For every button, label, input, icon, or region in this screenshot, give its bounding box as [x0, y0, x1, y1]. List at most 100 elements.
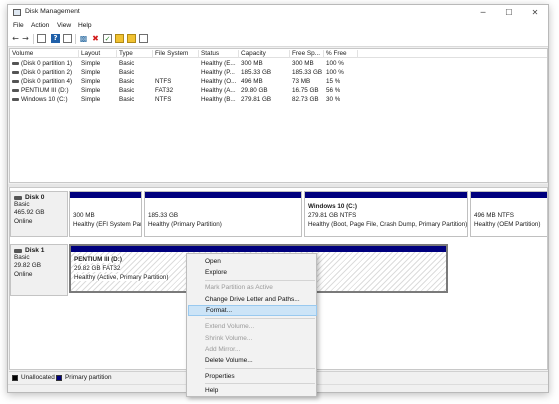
column-header-file-system[interactable]: File System	[153, 50, 199, 58]
menu-item-change-drive-letter[interactable]: Change Drive Letter and Paths...	[188, 294, 317, 305]
column-header-percent-free[interactable]: % Free	[324, 50, 358, 58]
forward-arrow-icon[interactable]: →	[21, 34, 30, 43]
cell-capacity: 300 MB	[241, 60, 263, 67]
properties-icon[interactable]	[63, 34, 72, 43]
hard-disk-icon	[14, 195, 22, 200]
partition-windows-c[interactable]: Windows 10 (C:) 279.81 GB NTFS Healthy (…	[304, 191, 468, 237]
cell-status: Healthy (E...	[201, 60, 236, 67]
menu-item-help[interactable]: Help	[188, 385, 317, 396]
cell-file-system: NTFS	[155, 78, 172, 85]
cell-file-system: NTFS	[155, 96, 172, 103]
column-header-type[interactable]: Type	[117, 50, 153, 58]
table-row[interactable]: Windows 10 (C:) Simple Basic NTFS Health…	[10, 95, 547, 104]
table-row[interactable]: (Disk 0 partition 2) Simple Basic Health…	[10, 68, 547, 77]
menu-file[interactable]: File	[13, 22, 24, 29]
disk-status: Online	[14, 217, 33, 225]
cell-volume: (Disk 0 partition 4)	[12, 78, 79, 85]
toolbar: ← → ? ▩ ✖ ✓	[8, 31, 548, 47]
volume-icon	[12, 88, 19, 92]
cell-type: Basic	[119, 96, 135, 103]
partition-disk0-efi[interactable]: 300 MB Healthy (EFI System Par	[69, 191, 142, 237]
connect-icon[interactable]: ▩	[79, 34, 88, 43]
cell-type: Basic	[119, 69, 135, 76]
disk-0-label[interactable]: Disk 0 Basic 465.92 GB Online	[10, 191, 68, 237]
legend-unallocated: Unallocated	[21, 374, 55, 381]
cell-percent-free: 100 %	[326, 69, 344, 76]
menu-item-format[interactable]: Format...	[188, 305, 317, 316]
close-button[interactable]: ✕	[522, 5, 548, 20]
menu-action[interactable]: Action	[31, 22, 49, 29]
title-bar: Disk Management ─ ☐ ✕	[8, 5, 548, 20]
menu-item-shrink-volume: Shrink Volume...	[205, 335, 253, 342]
cell-volume: (Disk 0 partition 2)	[12, 69, 79, 76]
menu-item-open[interactable]: Open	[188, 256, 317, 267]
cell-type: Basic	[119, 87, 135, 94]
cell-capacity: 185.33 GB	[241, 69, 272, 76]
cell-free-space: 82.73 GB	[292, 96, 319, 103]
column-header-free-space[interactable]: Free Sp...	[290, 50, 324, 58]
console-tree-icon[interactable]	[37, 34, 46, 43]
hard-disk-icon	[14, 248, 22, 253]
help-icon[interactable]: ?	[51, 34, 60, 43]
volume-list[interactable]: Volume Layout Type File System Status Ca…	[9, 48, 548, 183]
menu-item-add-mirror: Add Mirror...	[205, 346, 241, 353]
table-row[interactable]: PENTIUM III (D:) Simple Basic FAT32 Heal…	[10, 86, 547, 95]
back-arrow-icon[interactable]: ←	[11, 34, 20, 43]
maximize-button[interactable]: ☐	[496, 5, 522, 20]
column-header-status[interactable]: Status	[199, 50, 239, 58]
cell-percent-free: 15 %	[326, 78, 341, 85]
cell-volume: (Disk 0 partition 1)	[12, 60, 79, 67]
partition-disk0-primary[interactable]: 185.33 GB Healthy (Primary Partition)	[144, 191, 302, 237]
disk-name: Disk 0	[25, 194, 45, 201]
disk-type: Basic	[14, 254, 30, 261]
cell-layout: Simple	[81, 78, 101, 85]
cell-type: Basic	[119, 78, 135, 85]
cell-status: Healthy (P...	[201, 69, 235, 76]
cell-capacity: 29.80 GB	[241, 87, 268, 94]
volume-icon	[12, 61, 19, 65]
cell-volume: Windows 10 (C:)	[12, 96, 79, 103]
table-row[interactable]: (Disk 0 partition 4) Simple Basic NTFS H…	[10, 77, 547, 86]
cell-free-space: 73 MB	[292, 78, 311, 85]
column-header-volume[interactable]: Volume	[10, 50, 79, 58]
column-header-capacity[interactable]: Capacity	[239, 50, 290, 58]
menu-help[interactable]: Help	[78, 22, 92, 29]
cell-free-space: 16.75 GB	[292, 87, 319, 94]
cell-free-space: 185.33 GB	[292, 69, 323, 76]
volume-icon	[12, 70, 19, 74]
minimize-button[interactable]: ─	[470, 5, 496, 20]
disk-management-app-icon	[13, 9, 21, 16]
disk-size: 465.92 GB	[14, 209, 45, 217]
menu-item-extend-volume: Extend Volume...	[205, 323, 255, 330]
cell-status: Healthy (A...	[201, 87, 236, 94]
menu-item-explore[interactable]: Explore	[188, 267, 317, 278]
cell-percent-free: 100 %	[326, 60, 344, 67]
partition-disk0-oem[interactable]: 496 MB NTFS Healthy (OEM Partition)	[470, 191, 547, 237]
cell-file-system: FAT32	[155, 87, 174, 94]
menu-view[interactable]: View	[57, 22, 71, 29]
volume-icon	[12, 79, 19, 83]
list-view-icon[interactable]	[139, 34, 148, 43]
legend-primary-partition: Primary partition	[65, 374, 112, 381]
cell-percent-free: 30 %	[326, 96, 341, 103]
menu-item-delete-volume[interactable]: Delete Volume...	[188, 355, 317, 366]
check-icon[interactable]: ✓	[103, 34, 112, 43]
delete-icon[interactable]: ✖	[91, 34, 100, 43]
disk-1-label[interactable]: Disk 1 Basic 29.82 GB Online	[10, 244, 68, 296]
cell-layout: Simple	[81, 96, 101, 103]
search-folder-icon[interactable]	[127, 34, 136, 43]
cell-type: Basic	[119, 60, 135, 67]
cell-status: Healthy (B...	[201, 96, 236, 103]
menu-item-properties[interactable]: Properties	[188, 371, 317, 382]
unallocated-swatch	[12, 375, 18, 381]
folder-icon[interactable]	[115, 34, 124, 43]
disk-status: Online	[14, 270, 33, 278]
table-row[interactable]: (Disk 0 partition 1) Simple Basic Health…	[10, 59, 547, 68]
cell-volume: PENTIUM III (D:)	[12, 87, 79, 94]
context-menu: Open Explore Mark Partition as Active Ch…	[186, 253, 317, 397]
window-title: Disk Management	[25, 8, 80, 15]
column-header-layout[interactable]: Layout	[79, 50, 117, 58]
disk-type: Basic	[14, 201, 30, 208]
cell-layout: Simple	[81, 60, 101, 67]
disk-name: Disk 1	[25, 247, 45, 254]
